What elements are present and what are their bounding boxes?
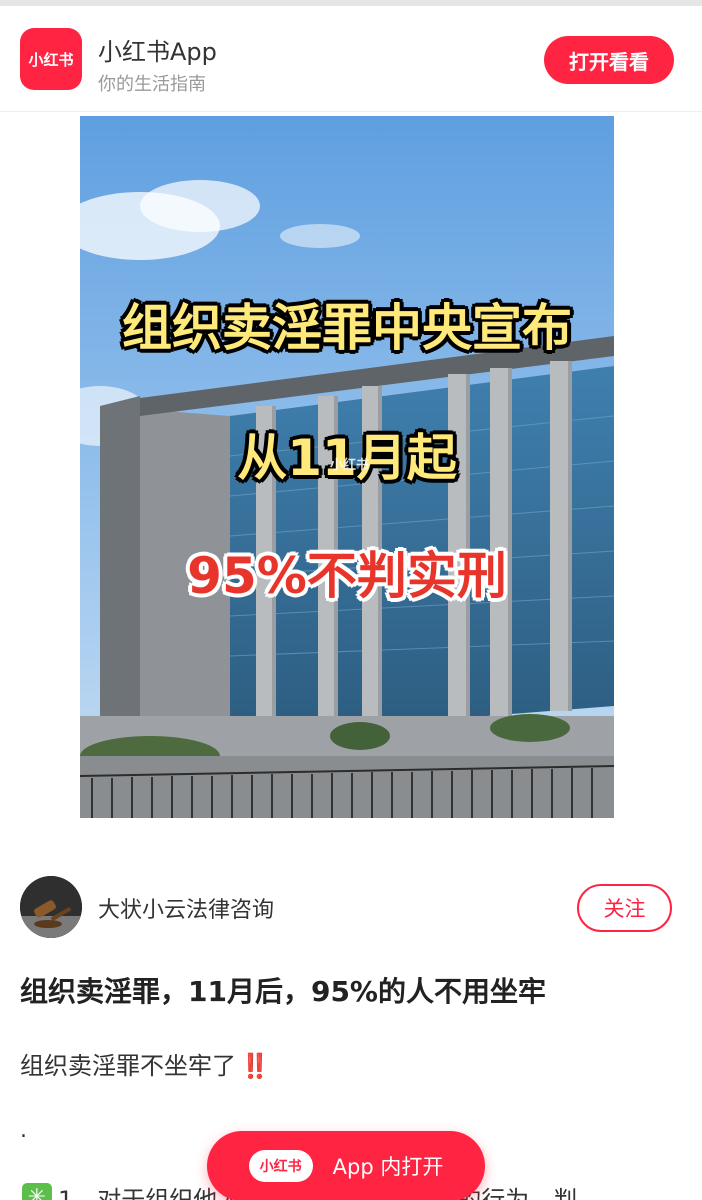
open-in-app-button[interactable]: 小红书 App 内打开 [207, 1131, 485, 1200]
post-subtitle-text: 组织卖淫罪不坐牢了 [20, 1052, 236, 1080]
follow-button[interactable]: 关注 [577, 884, 672, 932]
sparkle-check-icon: ✳ [22, 1182, 52, 1200]
cover-headline-line1: 组织卖淫罪中央宣布 [122, 299, 572, 357]
image-watermark: 小红书 [330, 458, 370, 473]
open-in-app-label: App 内打开 [332, 1155, 444, 1179]
gavel-icon [20, 876, 82, 938]
cover-headline-line3: 95%不判实刑 [187, 547, 507, 605]
double-exclamation-icon: ‼️ [240, 1052, 270, 1080]
post-separator-dot: . [20, 1118, 27, 1143]
author-name[interactable]: 大状小云法律咨询 [98, 892, 274, 924]
author-avatar[interactable] [20, 876, 82, 938]
app-logo-pill: 小红书 [248, 1150, 313, 1182]
app-logo[interactable]: 小红书 [20, 28, 82, 90]
open-app-button[interactable]: 打开看看 [544, 36, 674, 84]
post-cover-image[interactable]: 组织卖淫罪中央宣布 从11月起 小红书 95%不判实刑 [80, 116, 614, 818]
post-subtitle: 组织卖淫罪不坐牢了 ‼️ [20, 1046, 270, 1081]
app-name: 小红书App [98, 38, 217, 66]
post-title: 组织卖淫罪，11月后，95%的人不用坐牢 [20, 975, 546, 1008]
app-tagline: 你的生活指南 [98, 74, 206, 95]
app-download-banner: 小红书 小红书App 你的生活指南 打开看看 [0, 6, 702, 112]
